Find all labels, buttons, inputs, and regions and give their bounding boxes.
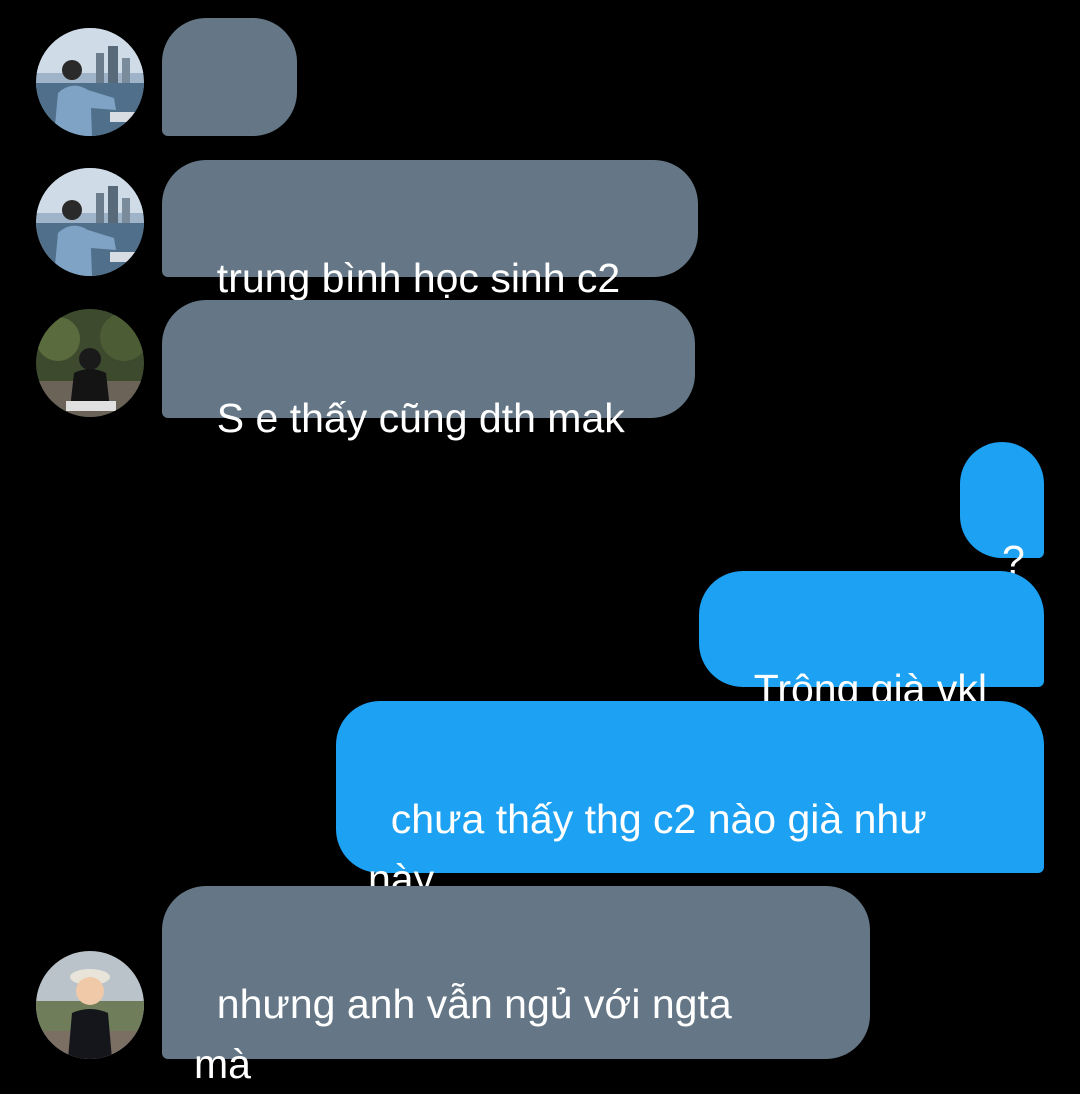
message-text: S e thấy cũng dth mak <box>216 395 625 441</box>
avatar-photo-icon <box>36 168 144 276</box>
message-bubble-incoming[interactable]: nhưng anh vẫn ngủ với ngta mà <box>162 886 870 1087</box>
message-text: nhưng anh vẫn ngủ với ngta mà <box>194 981 732 1087</box>
avatar-photo-icon <box>36 309 144 417</box>
sender-avatar-1[interactable] <box>36 168 144 276</box>
message-bubble-incoming[interactable]: S e thấy cũng dth mak <box>162 300 695 441</box>
message-bubble-outgoing[interactable]: Trông già vkl <box>699 571 1044 712</box>
sender-avatar-3[interactable] <box>36 951 144 1059</box>
avatar-photo-icon <box>36 951 144 1059</box>
sender-avatar-1[interactable] <box>36 28 144 136</box>
message-bubble-incoming[interactable]: trung bình học sinh c2 <box>162 160 698 301</box>
message-bubble-outgoing[interactable]: ? <box>960 442 1044 583</box>
sender-avatar-2[interactable] <box>36 309 144 417</box>
avatar-photo-icon <box>36 28 144 136</box>
message-bubble-outgoing[interactable]: chưa thấy thg c2 nào già như này <box>336 701 1044 902</box>
message-bubble-incoming[interactable]: Đm <box>162 18 297 219</box>
message-text: trung bình học sinh c2 <box>216 255 621 301</box>
